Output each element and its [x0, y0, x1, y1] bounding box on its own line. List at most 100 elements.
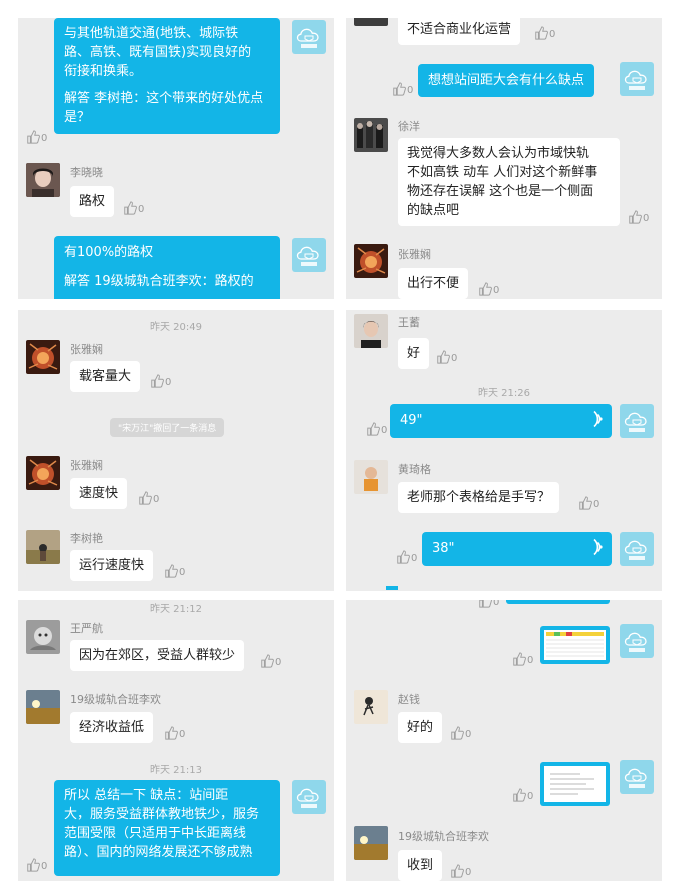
like-button[interactable]: 0	[450, 726, 471, 740]
like-button[interactable]: 0	[164, 726, 185, 740]
incoming-message[interactable]: 速度快	[70, 478, 128, 509]
avatar[interactable]	[354, 244, 388, 278]
avatar[interactable]	[26, 690, 60, 724]
image-message[interactable]	[540, 626, 610, 664]
thumb-up-icon	[26, 858, 40, 872]
sender-name: 黄琦格	[398, 463, 431, 476]
my-avatar-icon[interactable]	[292, 20, 326, 54]
incoming-message[interactable]: 好	[398, 338, 430, 369]
message-line: 所以 总结一下 缺点：站间距	[64, 788, 229, 803]
incoming-message[interactable]: 载客量大	[70, 361, 141, 392]
chat-panel-1: 与其他轨道交通(地铁、城际铁 路、高铁、既有国铁)实现良好的 衔接和换乘。 解答…	[18, 18, 334, 299]
thumb-up-icon	[436, 350, 450, 364]
sender-name: 赵钱	[398, 693, 420, 706]
like-button[interactable]: 0	[123, 201, 144, 215]
message-line: 不如高铁 动车 人们对这个新鲜事	[407, 165, 598, 180]
avatar[interactable]	[26, 163, 60, 197]
like-button[interactable]: 0	[478, 600, 499, 608]
thumb-up-icon	[478, 282, 492, 296]
like-button[interactable]: 0	[366, 422, 387, 436]
my-avatar-icon[interactable]	[292, 780, 326, 814]
message-line: 是？	[64, 110, 91, 125]
my-avatar-icon[interactable]	[620, 532, 654, 566]
chat-panel-2: 不适合商业化运营 0 想想站间距大会有什么缺点 0 徐洋 我觉得大多数人会认为市…	[346, 18, 662, 299]
voice-message[interactable]: 38"	[422, 532, 612, 566]
thumb-up-icon	[138, 491, 152, 505]
voice-duration: 49"	[400, 413, 423, 428]
like-button[interactable]: 0	[26, 130, 47, 144]
like-button[interactable]: 0	[450, 864, 471, 878]
outgoing-message[interactable]: 有100%的路权 解答 19级城轨合班李欢：路权的	[54, 236, 280, 299]
like-button[interactable]: 0	[436, 350, 457, 364]
avatar[interactable]	[26, 340, 60, 374]
avatar[interactable]	[354, 314, 388, 348]
like-button[interactable]: 0	[138, 491, 159, 505]
timestamp: 昨天 20:49	[150, 322, 202, 333]
message-line: 物还存在误解 这个也是一个侧面	[407, 184, 594, 199]
like-button[interactable]: 0	[260, 654, 281, 668]
avatar[interactable]	[354, 18, 388, 26]
thumb-up-icon	[392, 82, 406, 96]
my-avatar-icon[interactable]	[620, 624, 654, 658]
like-button[interactable]: 0	[478, 282, 499, 296]
thumb-up-icon	[366, 422, 380, 436]
like-button[interactable]: 0	[628, 210, 649, 224]
avatar[interactable]	[354, 826, 388, 860]
sender-name: 19级城轨合班李欢	[398, 830, 489, 843]
message-line: 解答 李树艳：这个带来的好处优点	[64, 91, 264, 106]
incoming-message[interactable]: 老师那个表格给是手写？	[398, 482, 560, 513]
outgoing-message[interactable]: 所以 总结一下 缺点：站间距 大，服务受益群体教地铁少，服务 范围受限（只适用于…	[54, 780, 280, 876]
chat-panel-3: 昨天 20:49 张雅娴 载客量大 0 "宋万江"撤回了一条消息 张雅娴 速度快…	[18, 310, 334, 591]
my-avatar-icon[interactable]	[620, 760, 654, 794]
voice-message[interactable]: 49"	[390, 404, 612, 438]
like-button[interactable]: 0	[392, 82, 413, 96]
incoming-message[interactable]: 出行不便	[398, 268, 469, 299]
incoming-message[interactable]: 经济收益低	[70, 712, 154, 743]
thumb-up-icon	[26, 130, 40, 144]
avatar[interactable]	[354, 690, 388, 724]
avatar[interactable]	[26, 620, 60, 654]
timestamp: 昨天 21:26	[478, 388, 530, 399]
message-line: 的缺点吧	[407, 203, 460, 218]
incoming-message[interactable]: 我觉得大多数人会认为市域快轨 不如高铁 动车 人们对这个新鲜事 物还存在误解 这…	[398, 138, 620, 226]
sender-name: 张雅娴	[398, 248, 431, 261]
incoming-message[interactable]: 不适合商业化运营	[398, 18, 521, 45]
incoming-message[interactable]: 运行速度快	[70, 550, 154, 581]
message-line: 有100%的路权	[64, 245, 154, 260]
previous-message-edge	[506, 600, 610, 604]
voice-wave-icon	[593, 410, 603, 428]
incoming-message[interactable]: 好的	[398, 712, 443, 743]
scroll-hint	[386, 586, 398, 590]
my-avatar-icon[interactable]	[620, 62, 654, 96]
like-button[interactable]: 0	[164, 564, 185, 578]
message-line: 路、高铁、既有国铁)实现良好的	[64, 45, 252, 60]
message-line: 我觉得大多数人会认为市域快轨	[407, 146, 590, 161]
thumb-up-icon	[150, 374, 164, 388]
image-message[interactable]	[540, 762, 610, 806]
avatar[interactable]	[26, 530, 60, 564]
sender-name: 李树艳	[70, 532, 103, 545]
avatar[interactable]	[354, 118, 388, 152]
avatar[interactable]	[354, 460, 388, 494]
like-button[interactable]: 0	[396, 550, 417, 564]
like-button[interactable]: 0	[150, 374, 171, 388]
thumb-up-icon	[164, 564, 178, 578]
sender-name: 张雅娴	[70, 343, 103, 356]
incoming-message[interactable]: 因为在郊区，受益人群较少	[70, 640, 245, 671]
chat-panel-4: 王蓄 好 0 昨天 21:26 49" 0 黄琦格 老师那个表格给是手写？ 0 …	[346, 310, 662, 591]
my-avatar-icon[interactable]	[292, 238, 326, 272]
thumb-up-icon	[123, 201, 137, 215]
my-avatar-icon[interactable]	[620, 404, 654, 438]
like-button[interactable]: 0	[26, 858, 47, 872]
message-line: 衔接和换乘。	[64, 64, 143, 79]
thumb-up-icon	[534, 26, 548, 40]
outgoing-message[interactable]: 与其他轨道交通(地铁、城际铁 路、高铁、既有国铁)实现良好的 衔接和换乘。 解答…	[54, 18, 280, 134]
like-button[interactable]: 0	[578, 496, 599, 510]
incoming-message[interactable]: 路权	[70, 186, 115, 217]
avatar[interactable]	[26, 456, 60, 490]
like-button[interactable]: 0	[512, 788, 533, 802]
like-button[interactable]: 0	[512, 652, 533, 666]
like-button[interactable]: 0	[534, 26, 555, 40]
outgoing-message[interactable]: 想想站间距大会有什么缺点	[418, 64, 595, 97]
incoming-message[interactable]: 收到	[398, 850, 443, 881]
